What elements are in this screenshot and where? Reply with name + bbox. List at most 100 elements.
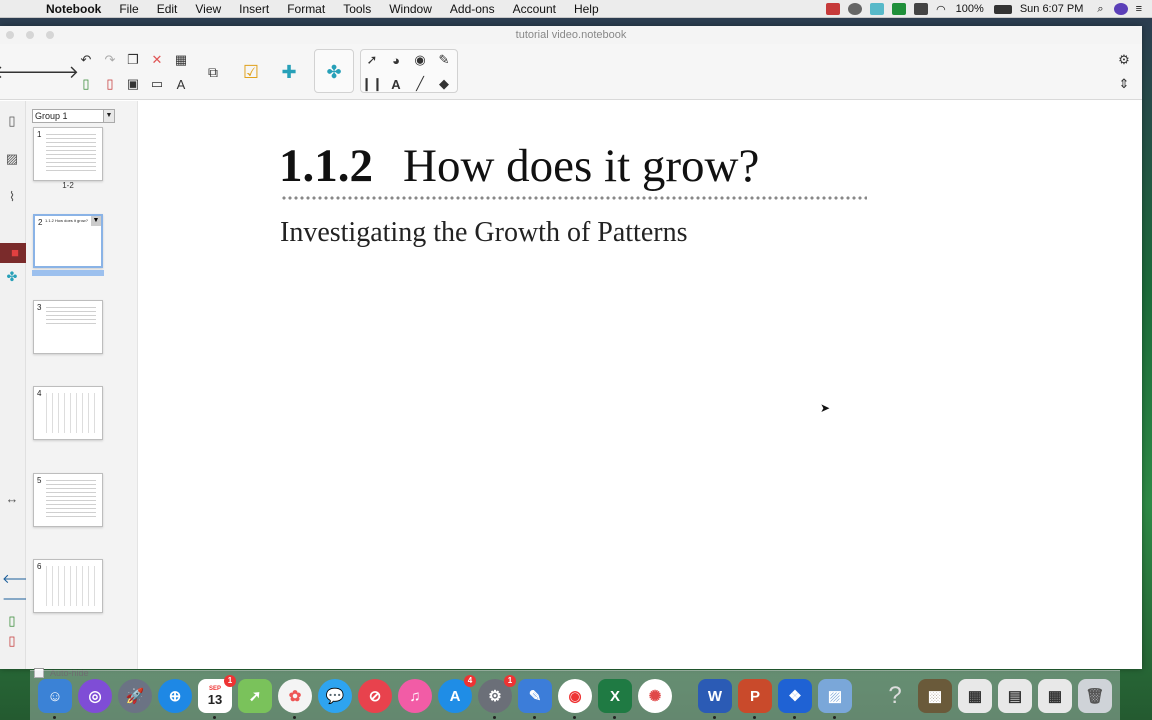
page-thumb-3[interactable]: 3 (33, 300, 103, 354)
status-app-icon[interactable] (826, 3, 841, 15)
page-canvas[interactable]: 1.1.2 How does it grow? Investigating the… (139, 101, 1142, 669)
dropbox-icon[interactable]: ❖ (778, 679, 812, 719)
launchpad-icon[interactable]: 🚀 (118, 679, 152, 713)
spotlight-search-icon[interactable]: ⌕ (1097, 3, 1103, 16)
page-sorter-tab-icon[interactable]: ▯ (2, 111, 22, 131)
status-sync-icon[interactable] (848, 3, 863, 15)
safari-icon[interactable]: ⊕ (158, 679, 192, 713)
spreadsheet-doc-icon[interactable]: ▦ (958, 679, 992, 713)
gallery-tab-icon[interactable]: ▨ (2, 149, 22, 169)
toolbar-move-icon[interactable]: ⇕ (1114, 74, 1134, 94)
addons-tab-icon[interactable]: ✤ (2, 267, 22, 287)
add-page-icon[interactable]: ▯ (76, 74, 96, 94)
preview-icon[interactable]: ▨ (818, 679, 852, 719)
menu-add-ons[interactable]: Add-ons (450, 2, 495, 16)
eraser-icon[interactable]: ◆ (434, 74, 454, 94)
shapes-icon[interactable]: ◕ (386, 50, 406, 70)
word-icon[interactable]: W (698, 679, 732, 719)
fill-icon[interactable]: ◉ (410, 50, 430, 70)
page-thumb-1[interactable]: 1 (33, 127, 103, 181)
battery-icon[interactable] (993, 4, 1012, 14)
document-icon[interactable]: ▤ (998, 679, 1032, 713)
calendar-icon[interactable]: SEP 13 1 (198, 675, 236, 719)
status-dropbox-icon[interactable] (914, 3, 929, 15)
menu-tools[interactable]: Tools (343, 2, 371, 16)
menu-insert[interactable]: Insert (239, 2, 269, 16)
system-preferences-icon[interactable]: ⚙ 1 (478, 675, 516, 719)
menu-edit[interactable]: Edit (157, 2, 178, 16)
page-subtitle[interactable]: Investigating the Growth of Patterns (280, 217, 687, 249)
menu-notebook[interactable]: Notebook (46, 2, 101, 16)
siri-icon[interactable]: ◎ (78, 679, 112, 713)
status-evernote-icon[interactable] (892, 3, 907, 15)
arrow-left-icon[interactable]: 🡐 (0, 57, 41, 87)
delete-page-small-icon[interactable]: ▯ (2, 631, 22, 651)
page-thumb-5[interactable]: 5 (33, 473, 103, 527)
photo-folder-icon[interactable]: ▩ (918, 679, 952, 713)
text-tool-icon[interactable]: A (386, 74, 406, 94)
photos-icon[interactable]: ✿ (278, 679, 312, 719)
news-icon[interactable]: ⊘ (358, 679, 392, 713)
excel-icon[interactable]: X (598, 679, 632, 719)
status-snag-icon[interactable] (870, 3, 885, 15)
screen-display-icon[interactable]: ▭ (147, 74, 167, 94)
activity-builder-icon[interactable]: ✚ (274, 57, 304, 87)
fill-text-icon[interactable]: A (171, 74, 191, 94)
menu-file[interactable]: File (119, 2, 138, 16)
page-thumb-2[interactable]: 2 1.1.2 How does it grow? ▼ (33, 214, 103, 268)
resize-sidebar-icon[interactable]: ↔ (2, 489, 22, 509)
app-store-icon[interactable]: A4 (438, 675, 476, 713)
attachments-tab-icon[interactable]: ⌇ (2, 187, 22, 207)
delete-icon[interactable]: ✕ (147, 50, 167, 70)
close-window-button[interactable] (6, 31, 14, 39)
wifi-icon[interactable]: ◠ (936, 3, 946, 16)
menu-view[interactable]: View (195, 2, 221, 16)
chevron-down-icon[interactable]: ▼ (103, 109, 115, 123)
finder-icon[interactable]: ☺ (38, 679, 72, 719)
minimize-window-button[interactable] (26, 31, 34, 39)
line-tool-icon[interactable]: ╱ (410, 74, 430, 94)
menu-format[interactable]: Format (287, 2, 325, 16)
redo-icon[interactable]: ↷ (100, 50, 120, 70)
screen-shade-icon[interactable]: ⧉ (198, 57, 228, 87)
thumb-number: 3 (37, 303, 42, 312)
menu-account[interactable]: Account (513, 2, 556, 16)
help-icon[interactable]: ? (878, 679, 912, 713)
powerpoint-icon[interactable]: P (738, 679, 772, 719)
calendar-doc-icon[interactable]: ▦ (1038, 679, 1072, 713)
chrome-icon[interactable]: ◉ (558, 679, 592, 719)
add-page-small-icon[interactable]: ▯ (2, 611, 22, 631)
move-right-icon[interactable]: 🡒 (2, 589, 37, 609)
group-select[interactable]: Group 1 ▼ (32, 109, 115, 123)
notification-center-icon[interactable]: ≡ (1136, 3, 1142, 15)
delete-page-icon[interactable]: ▯ (100, 74, 120, 94)
trash-icon[interactable]: 🗑 (1078, 679, 1112, 713)
zoom-window-button[interactable] (46, 31, 54, 39)
paste-icon[interactable]: ❐ (123, 50, 143, 70)
gear-icon[interactable]: ⚙ (1114, 50, 1134, 70)
pens-icon[interactable]: ❙❙ (361, 74, 383, 94)
response-check-icon[interactable]: ☑ (236, 57, 266, 87)
maps-icon[interactable]: ➚ (238, 679, 272, 713)
menu-help[interactable]: Help (574, 2, 599, 16)
spark-icon[interactable]: ✺ (638, 679, 672, 713)
table-icon[interactable]: ▦ (171, 50, 191, 70)
save-icon[interactable]: ▣ (123, 74, 143, 94)
toolbar: 🡐 🡒 ↶ ↷ ❐ ✕ ▦ ▯ ▯ ▣ ▭ A ⧉ ☑ ✚ ✤ ➚ ◕ ◉ ✎ … (0, 44, 1142, 100)
siri-icon[interactable] (1113, 3, 1128, 15)
menubar-clock[interactable]: Sun 6:07 PM (1020, 3, 1084, 15)
itunes-icon[interactable]: ♫ (398, 679, 432, 713)
page-thumb-4[interactable]: 4 (33, 386, 103, 440)
menu-window[interactable]: Window (389, 2, 432, 16)
addons-puzzle-icon[interactable]: ✤ (319, 57, 349, 87)
thumb-menu-icon[interactable]: ▼ (91, 216, 101, 226)
messages-icon[interactable]: 💬 (318, 679, 352, 713)
page-title[interactable]: 1.1.2 How does it grow? (279, 139, 759, 193)
smart-notebook-icon[interactable]: ✎ (518, 679, 552, 719)
arrow-right-icon[interactable]: 🡒 (31, 57, 79, 87)
page-thumb-6[interactable]: 6 (33, 559, 103, 613)
move-left-icon[interactable]: 🡐 (2, 569, 37, 589)
select-pointer-icon[interactable]: ➚ (362, 50, 382, 70)
undo-icon[interactable]: ↶ (76, 50, 96, 70)
pen-icon[interactable]: ✎ (434, 50, 454, 70)
